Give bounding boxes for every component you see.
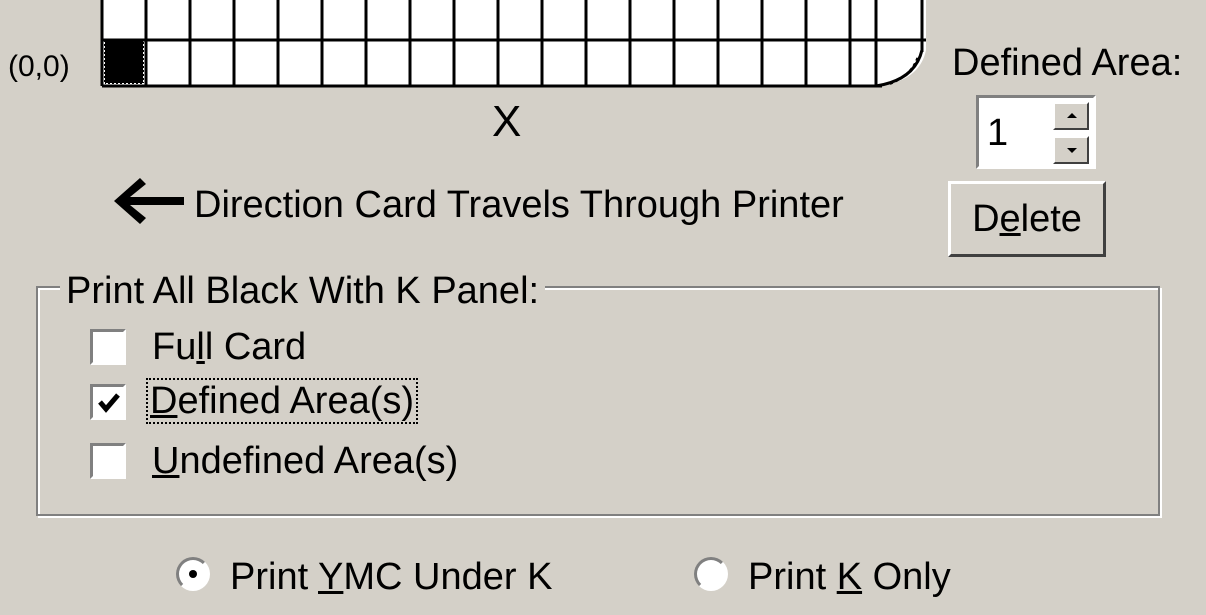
spin-down-button[interactable] [1053,136,1089,164]
full-card-label-pre: Fu [152,326,197,368]
undefined-areas-label-post: ndefined Area(s) [179,440,459,482]
full-card-label-post: l Card [204,326,307,368]
card-grid-canvas [100,0,926,88]
radio-selected-dot [189,570,197,578]
spin-up-button[interactable] [1053,102,1089,130]
print-k-only-label[interactable]: Print K Only [748,558,951,596]
full-card-label-accel: l [196,326,205,368]
arrow-up-icon [1067,113,1077,118]
defined-areas-label[interactable]: Defined Area(s) [145,378,419,424]
print-ymc-label-pre: Print [230,556,319,598]
defined-areas-checkbox[interactable] [90,384,126,420]
delete-label-accel: e [999,197,1021,240]
full-card-checkbox[interactable] [90,329,126,365]
print-ymc-label-accel: Y [318,556,344,598]
defined-areas-label-accel: D [150,380,178,422]
defined-areas-label-post: efined Area(s) [177,380,415,422]
arrow-down-icon [1067,148,1077,153]
checkmark-icon [98,393,120,413]
k-panel-group-title: Print All Black With K Panel: [60,272,546,310]
left-arrow-icon [112,176,186,226]
delete-button[interactable]: De lete [948,181,1106,257]
print-k-only-radio[interactable] [694,557,728,591]
defined-area-spinner[interactable]: 1 [976,95,1096,169]
defined-area-label: Defined Area: [952,42,1183,84]
grid-origin-label: (0,0) [8,50,70,83]
print-ymc-label-post: MC Under K [343,556,553,598]
full-card-label[interactable]: Full Card [152,328,306,366]
grid-x-axis-label: X [492,97,522,146]
undefined-areas-label[interactable]: Undefined Area(s) [152,442,458,480]
grid-origin-cell [104,40,144,84]
direction-label: Direction Card Travels Through Printer [194,184,844,226]
defined-area-value[interactable]: 1 [987,112,1008,155]
print-k-only-label-pre: Print [748,556,837,598]
print-k-only-label-post: Only [862,556,951,598]
delete-label-pre: D [972,197,1000,240]
undefined-areas-checkbox[interactable] [90,443,126,479]
print-ymc-under-k-radio[interactable] [176,557,210,591]
undefined-areas-label-accel: U [152,440,180,482]
print-k-only-label-accel: K [836,556,863,598]
print-ymc-under-k-label[interactable]: Print YMC Under K [230,558,552,596]
delete-label-post: lete [1020,197,1082,240]
card-grid[interactable] [100,0,930,90]
